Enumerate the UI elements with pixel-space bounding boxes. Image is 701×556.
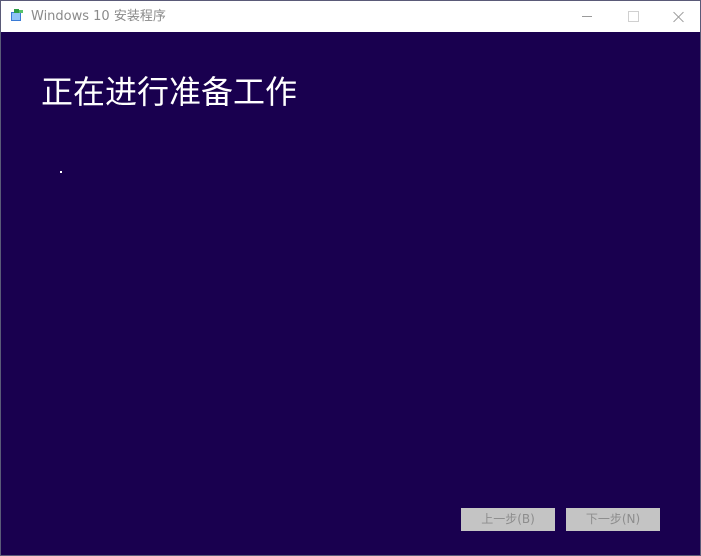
minimize-button[interactable] <box>564 1 610 32</box>
back-button[interactable]: 上一步(B) <box>461 508 555 531</box>
minimize-icon <box>582 16 592 17</box>
window-title: Windows 10 安装程序 <box>31 9 166 24</box>
close-button[interactable] <box>656 1 701 32</box>
setup-app-icon <box>11 9 23 21</box>
close-icon <box>673 11 685 23</box>
maximize-icon <box>627 11 639 22</box>
progress-dot-indicator <box>60 171 62 173</box>
title-bar[interactable]: Windows 10 安装程序 <box>1 1 700 32</box>
maximize-button[interactable] <box>610 1 656 32</box>
setup-window: Windows 10 安装程序 正在进行准备工作 上一步(B) 下一步(N) <box>0 0 701 556</box>
setup-content: 正在进行准备工作 上一步(B) 下一步(N) <box>1 32 700 555</box>
next-button[interactable]: 下一步(N) <box>566 508 660 531</box>
page-title: 正在进行准备工作 <box>41 73 298 111</box>
